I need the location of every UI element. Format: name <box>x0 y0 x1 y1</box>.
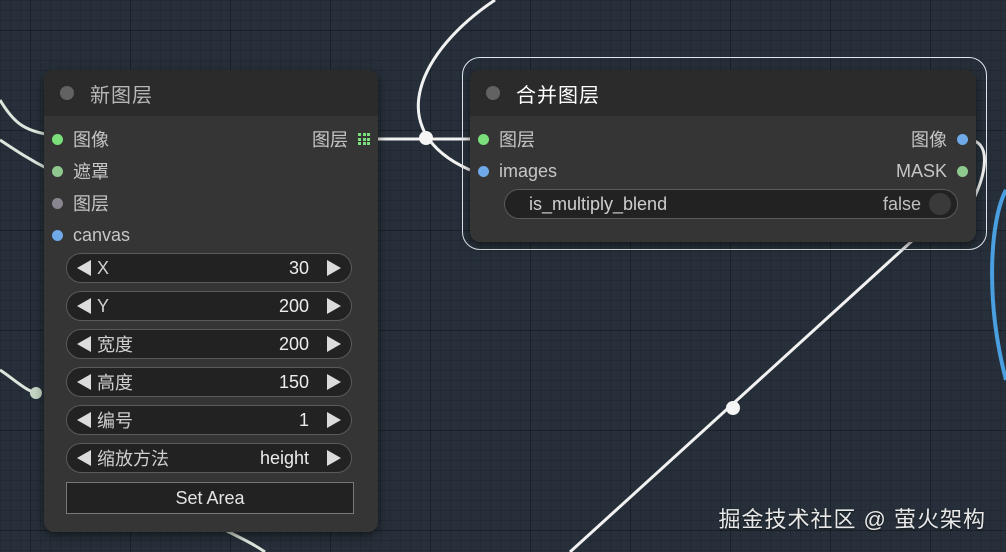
widget-width[interactable]: 宽度 200 <box>66 329 352 359</box>
widget-value[interactable]: height <box>260 448 309 469</box>
widget-label: 缩放方法 <box>97 449 169 469</box>
input-dot-icon[interactable] <box>52 197 63 209</box>
widget-value[interactable]: 200 <box>279 334 309 355</box>
increment-arrow-icon[interactable] <box>327 336 341 352</box>
slot-row-canvas: canvas <box>44 220 378 250</box>
input-dot-icon[interactable] <box>478 165 489 177</box>
widget-value[interactable]: 30 <box>289 258 309 279</box>
increment-arrow-icon[interactable] <box>327 374 341 390</box>
input-dot-icon[interactable] <box>52 165 63 177</box>
widget-y[interactable]: Y 200 <box>66 291 352 321</box>
slot-row-image: 图像 图层 <box>44 124 378 154</box>
toggle-label: is_multiply_blend <box>529 193 668 214</box>
input-dot-icon[interactable] <box>52 229 63 241</box>
widget-value[interactable]: 1 <box>299 410 309 431</box>
link-left-top <box>0 99 51 137</box>
widget-label: X <box>97 257 110 278</box>
input-label-layer: 图层 <box>73 194 109 214</box>
node-graph-canvas[interactable]: 新图层 图像 图层 遮罩 图层 canvas X 30 Y 200 宽度 200… <box>0 0 1006 552</box>
input-label-image: 图像 <box>73 130 109 150</box>
toggle-value: false <box>882 193 921 214</box>
input-label-images: images <box>499 160 558 181</box>
widget-height[interactable]: 高度 150 <box>66 367 352 397</box>
is-multiply-blend-toggle[interactable]: is_multiply_blend false <box>504 189 958 219</box>
decrement-arrow-icon[interactable] <box>77 298 91 314</box>
widget-label: Y <box>97 295 110 316</box>
slot-row-layer: 图层 <box>44 188 378 218</box>
link-left-second <box>0 138 51 172</box>
link-left-dot <box>30 387 42 399</box>
increment-arrow-icon[interactable] <box>327 450 341 466</box>
slot-row-mask: 遮罩 <box>44 156 378 186</box>
new-layer-node[interactable]: 新图层 图像 图层 遮罩 图层 canvas X 30 Y 200 宽度 200… <box>44 70 378 532</box>
widget-value[interactable]: 200 <box>279 296 309 317</box>
link-bottom-left <box>224 528 266 552</box>
increment-arrow-icon[interactable] <box>327 412 341 428</box>
widget-index[interactable]: 编号 1 <box>66 405 352 435</box>
output-label-mask: MASK <box>895 160 947 181</box>
widget-x[interactable]: X 30 <box>66 253 352 283</box>
slot-row-layer: 图层 图像 <box>470 124 976 154</box>
input-dot-icon[interactable] <box>478 133 489 145</box>
widget-label: 编号 <box>97 411 133 431</box>
collapse-dot-icon[interactable] <box>60 86 74 100</box>
widget-scale-method[interactable]: 缩放方法 height <box>66 443 352 473</box>
input-label-layer: 图层 <box>499 130 535 150</box>
node-header[interactable]: 新图层 <box>44 70 378 116</box>
link-right-blue <box>990 189 1006 381</box>
node-header[interactable]: 合并图层 <box>470 70 976 116</box>
merge-layers-node[interactable]: 合并图层 图层 图像 images MASK is_multiply_blend… <box>470 70 976 242</box>
decrement-arrow-icon[interactable] <box>77 412 91 428</box>
watermark-text: 掘金技术社区 @ 萤火架构 <box>718 507 986 532</box>
link-left-low <box>0 368 37 395</box>
widget-label: 宽度 <box>97 335 133 355</box>
decrement-arrow-icon[interactable] <box>77 374 91 390</box>
toggle-knob-icon[interactable] <box>929 193 951 215</box>
collapse-dot-icon[interactable] <box>486 86 500 100</box>
increment-arrow-icon[interactable] <box>327 260 341 276</box>
output-label-image: 图像 <box>911 130 947 150</box>
input-label-mask: 遮罩 <box>73 162 109 182</box>
decrement-arrow-icon[interactable] <box>77 450 91 466</box>
increment-arrow-icon[interactable] <box>327 298 341 314</box>
output-dot-icon[interactable] <box>957 133 968 145</box>
input-label-canvas: canvas <box>73 224 131 245</box>
widget-label: 高度 <box>97 373 133 393</box>
link-reroute-dot <box>419 131 433 145</box>
output-dot-icon[interactable] <box>957 165 968 177</box>
node-title: 新图层 <box>90 84 153 107</box>
slot-row-images: images MASK <box>470 156 976 186</box>
widget-value[interactable]: 150 <box>279 372 309 393</box>
input-dot-icon[interactable] <box>52 133 63 145</box>
node-title: 合并图层 <box>516 84 600 107</box>
link-midpoint-dot <box>726 401 740 415</box>
decrement-arrow-icon[interactable] <box>77 260 91 276</box>
output-label-layer: 图层 <box>312 130 348 150</box>
grid-icon[interactable] <box>358 133 370 145</box>
decrement-arrow-icon[interactable] <box>77 336 91 352</box>
set-area-button[interactable]: Set Area <box>66 482 354 514</box>
